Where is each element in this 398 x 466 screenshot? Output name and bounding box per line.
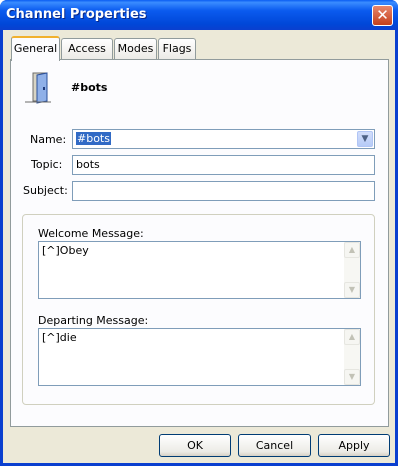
door-icon <box>25 72 51 104</box>
welcome-scrollbar[interactable]: ▲ ▼ <box>344 242 360 298</box>
close-button[interactable]: ✕ <box>372 5 393 26</box>
chevron-down-icon[interactable]: ▼ <box>357 131 373 147</box>
welcome-message-textarea[interactable]: [^]Obey ▲ ▼ <box>38 241 361 299</box>
ok-button[interactable]: OK <box>159 434 231 457</box>
close-icon: ✕ <box>376 6 389 24</box>
window-title: Channel Properties <box>6 7 147 22</box>
name-combobox-value: #bots <box>76 132 111 145</box>
scroll-down-icon[interactable]: ▼ <box>344 282 360 298</box>
departing-message-label: Departing Message: <box>38 314 149 327</box>
cancel-button[interactable]: Cancel <box>238 434 311 457</box>
name-label: Name: <box>30 133 67 146</box>
scroll-up-icon[interactable]: ▲ <box>344 242 360 258</box>
title-bar: Channel Properties ✕ <box>0 0 398 30</box>
channel-properties-dialog: Channel Properties ✕ General Access Mode… <box>0 0 398 466</box>
departing-message-text: [^]die <box>42 331 77 344</box>
tab-general-label: General <box>13 42 58 55</box>
tab-access-label: Access <box>68 42 106 55</box>
name-combobox[interactable]: #bots ▼ <box>72 129 375 149</box>
subject-label: Subject: <box>23 184 68 197</box>
channel-name-heading: #bots <box>71 81 108 94</box>
topic-label: Topic: <box>31 158 63 171</box>
departing-message-textarea[interactable]: [^]die ▲ ▼ <box>38 328 361 386</box>
tab-access[interactable]: Access <box>61 38 113 59</box>
apply-button[interactable]: Apply <box>318 434 390 457</box>
subject-input[interactable] <box>72 181 375 201</box>
tab-flags[interactable]: Flags <box>158 38 196 59</box>
scroll-down-icon[interactable]: ▼ <box>344 369 360 385</box>
tab-modes[interactable]: Modes <box>114 38 157 59</box>
tab-general[interactable]: General <box>11 36 60 61</box>
welcome-message-label: Welcome Message: <box>38 227 144 240</box>
scroll-up-icon[interactable]: ▲ <box>344 329 360 345</box>
welcome-message-text: [^]Obey <box>42 244 89 257</box>
departing-scrollbar[interactable]: ▲ ▼ <box>344 329 360 385</box>
tab-modes-label: Modes <box>117 42 154 55</box>
tab-flags-label: Flags <box>162 42 192 55</box>
topic-input[interactable]: bots <box>72 155 375 175</box>
